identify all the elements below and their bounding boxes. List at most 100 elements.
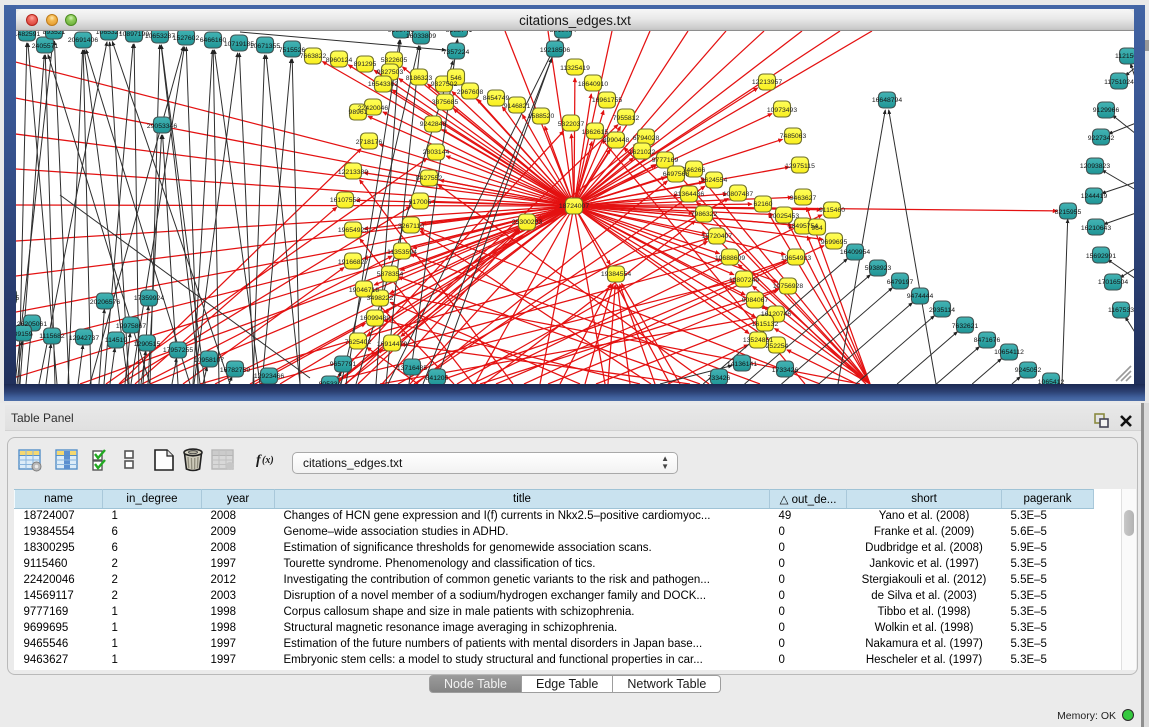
svg-text:2718176: 2718176 [356,139,383,146]
svg-text:1290515: 1290515 [134,341,161,348]
svg-text:148205: 148205 [16,295,20,302]
svg-text:9327503: 9327503 [377,69,404,76]
svg-text:1065412: 1065412 [1038,379,1065,384]
svg-text:11325419: 11325419 [560,65,590,72]
svg-text:26205061: 26205061 [17,321,47,328]
svg-text:7632621: 7632621 [952,323,979,330]
svg-text:19046718: 19046718 [349,287,379,294]
svg-text:12213957: 12213957 [752,79,782,86]
svg-text:16107552: 16107552 [330,197,360,204]
svg-text:1115682: 1115682 [39,333,65,340]
svg-text:18807249: 18807249 [729,277,759,284]
svg-text:9227342: 9227342 [1088,135,1115,142]
svg-text:16782759: 16782759 [220,367,250,374]
svg-text:12975115: 12975115 [785,163,815,170]
svg-text:8215955: 8215955 [1055,209,1082,216]
svg-text:10671355: 10671355 [250,43,280,50]
svg-text:12942737: 12942737 [69,335,99,342]
svg-text:39159: 39159 [16,331,33,338]
svg-text:252254: 252254 [766,343,789,350]
svg-text:15692991: 15692991 [1086,253,1116,260]
svg-text:12093823: 12093823 [1080,163,1110,170]
svg-text:2935114: 2935114 [929,307,955,314]
svg-text:19654925: 19654925 [338,227,368,234]
svg-text:9129966: 9129966 [1093,107,1120,114]
svg-text:10688609: 10688609 [715,255,745,262]
svg-text:16120746: 16120746 [761,311,791,318]
svg-text:1482591: 1482591 [16,31,40,38]
svg-text:10025453: 10025453 [769,213,799,220]
svg-text:10654112: 10654112 [994,349,1024,356]
svg-text:16961755: 16961755 [592,97,622,104]
svg-text:17359924: 17359924 [134,295,164,302]
svg-text:5322605: 5322605 [381,57,408,64]
svg-text:9657791: 9657791 [330,361,357,368]
svg-text:1588520: 1588520 [528,113,555,120]
svg-text:9463627: 9463627 [790,195,817,202]
svg-text:9084067: 9084067 [742,297,769,304]
svg-text:8990448: 8990448 [603,137,630,144]
svg-text:2967608: 2967608 [457,89,484,96]
svg-text:10958107: 10958107 [194,357,224,364]
svg-text:7955812: 7955812 [613,115,640,122]
svg-text:15720407: 15720407 [702,233,732,240]
svg-text:1733426: 1733426 [772,367,799,374]
svg-text:62160: 62160 [754,201,773,208]
svg-text:1615132: 1615132 [752,321,779,328]
svg-text:9699695: 9699695 [821,239,848,246]
svg-text:19975867: 19975867 [116,323,146,330]
svg-text:21364436: 21364436 [674,191,704,198]
svg-text:964: 964 [811,225,823,232]
svg-text:7357224: 7357224 [443,49,470,56]
svg-text:8132741: 8132741 [446,31,473,34]
svg-text:1362615: 1362615 [582,129,609,136]
svg-text:14136141: 14136141 [727,361,757,368]
svg-text:1621022: 1621022 [629,149,656,156]
svg-text:16648794: 16648794 [872,97,902,104]
svg-text:6794028: 6794028 [633,135,660,142]
svg-text:10807487: 10807487 [723,191,753,198]
svg-text:9146821: 9146821 [504,103,531,110]
svg-text:893521: 893521 [43,31,66,36]
svg-text:12213389: 12213389 [338,169,368,176]
svg-text:9474444: 9474444 [907,293,934,300]
svg-text:19654923: 19654923 [781,255,811,262]
svg-text:13716485: 13716485 [397,365,427,372]
svg-text:6466160: 6466160 [200,37,227,44]
svg-text:17957255: 17957255 [163,347,193,354]
svg-text:5938923: 5938923 [865,265,892,272]
svg-text:18724007: 18724007 [559,203,589,210]
svg-text:8471676: 8471676 [974,337,1001,344]
svg-text:18640910: 18640910 [578,81,608,88]
svg-text:2405571: 2405571 [32,43,59,50]
svg-text:891295: 891295 [354,61,377,68]
svg-text:16543362: 16543362 [368,81,398,88]
svg-text:16914479: 16914479 [377,341,407,348]
svg-text:(x): (x) [262,455,274,466]
svg-text:19166827: 19166827 [338,259,368,266]
svg-text:3875685: 3875685 [432,99,459,106]
svg-text:25300293: 25300293 [512,219,542,226]
svg-text:2803144: 2803144 [423,149,450,156]
svg-text:8454749: 8454749 [483,95,510,102]
svg-text:5878354: 5878354 [377,271,404,278]
svg-text:8960124: 8960124 [326,57,353,64]
svg-text:10653287: 10653287 [145,33,175,40]
svg-text:16409954: 16409954 [840,249,870,256]
svg-text:7625402: 7625402 [345,339,372,346]
svg-text:114519: 114519 [105,337,127,344]
svg-text:19756928: 19756928 [773,283,803,290]
svg-text:16210643: 16210643 [1081,225,1111,232]
svg-text:746266: 746266 [683,167,706,174]
svg-text:9327502: 9327502 [431,81,458,88]
svg-text:841205: 841205 [426,375,449,382]
svg-text:29053346: 29053346 [147,123,177,130]
svg-text:7986322: 7986322 [691,211,718,218]
svg-text:19384554: 19384554 [601,271,631,278]
svg-text:546: 546 [450,75,462,82]
svg-text:3267110: 3267110 [398,223,424,230]
svg-text:11353594: 11353594 [387,249,417,256]
svg-text:1121504: 1121504 [1115,53,1134,60]
svg-text:9777169: 9777169 [652,157,679,164]
svg-text:16099489: 16099489 [360,315,390,322]
